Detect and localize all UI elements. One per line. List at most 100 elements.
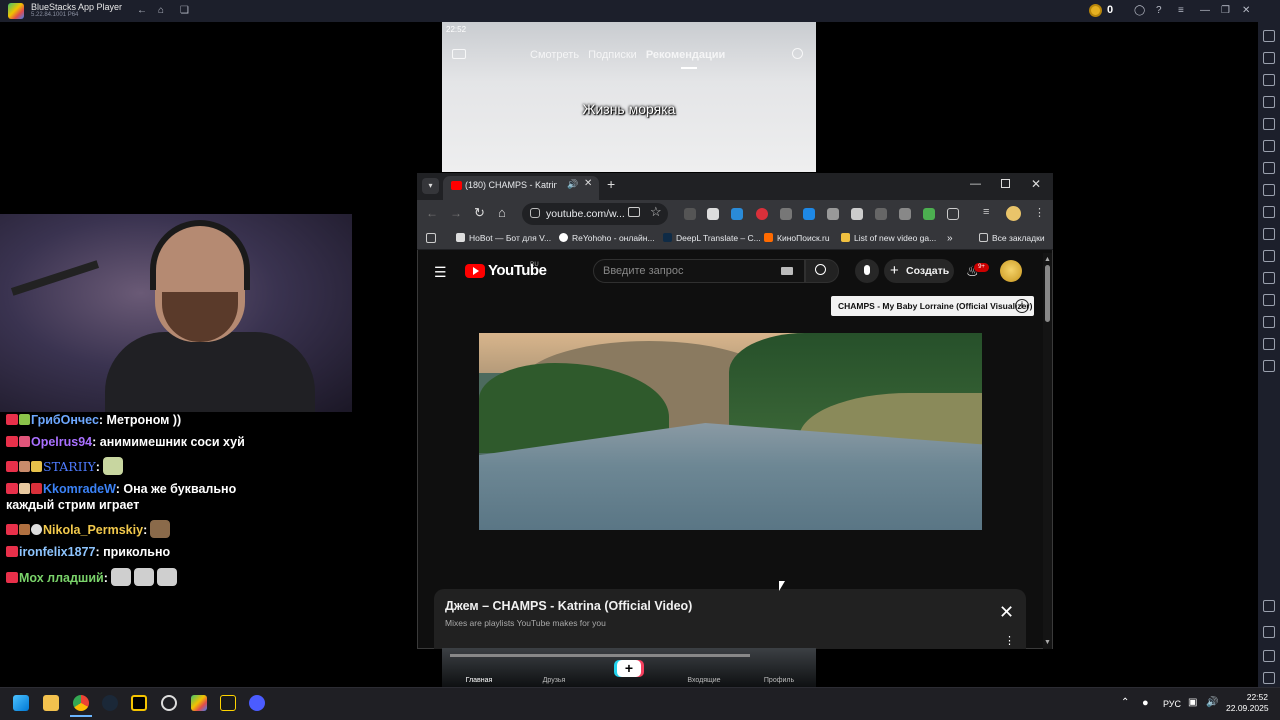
nav-friends[interactable]: Друзья <box>529 677 579 684</box>
mic-tray-icon[interactable]: ● <box>1142 697 1149 709</box>
scroll-up-icon[interactable]: ▲ <box>1044 256 1051 263</box>
bookmark-item[interactable]: ReYohoho - онлайн... <box>559 233 655 243</box>
avatar[interactable] <box>1000 260 1022 282</box>
fullscreen-icon[interactable] <box>1263 30 1275 42</box>
bookmark-star-icon[interactable]: ☆ <box>650 204 662 220</box>
system-clock[interactable]: 22:52 22.09.2025 <box>1226 692 1269 714</box>
bookmark-item[interactable]: List of new video ga... <box>841 233 936 243</box>
location-icon[interactable] <box>1263 316 1275 328</box>
all-bookmarks[interactable]: Все закладки <box>979 233 1045 243</box>
android-home-icon[interactable] <box>1263 650 1275 662</box>
url-text[interactable]: youtube.com/w... <box>546 208 625 220</box>
glasses-extension-icon[interactable] <box>780 208 792 220</box>
scrollbar-thumb[interactable] <box>1045 265 1050 322</box>
extensions-puzzle-icon[interactable] <box>947 208 959 220</box>
tab-recommendations[interactable]: Рекомендации <box>646 49 725 61</box>
7tv-extension-icon[interactable] <box>731 208 743 220</box>
chrome-icon[interactable] <box>73 695 89 711</box>
keyboard-icon[interactable] <box>1263 74 1275 86</box>
volume-tray-icon[interactable]: 🔊 <box>1206 697 1218 708</box>
multi-instance-icon[interactable]: ❏ <box>180 5 189 16</box>
account-icon[interactable]: ◯ <box>1134 5 1145 16</box>
more-options-icon[interactable]: ⋮ <box>1004 634 1015 647</box>
mix-title[interactable]: Джем – CHAMPS - Katrina (Official Video) <box>445 599 692 613</box>
shake-icon[interactable] <box>1263 140 1275 152</box>
apps-grid-icon[interactable] <box>426 233 436 243</box>
record-icon[interactable] <box>1263 206 1275 218</box>
window-close-icon[interactable]: ✕ <box>1031 177 1041 191</box>
layers-icon[interactable] <box>1263 338 1275 350</box>
tray-overflow-icon[interactable]: ⌃ <box>1121 697 1129 708</box>
help-icon[interactable]: ? <box>1156 5 1162 16</box>
database-extension-icon[interactable] <box>707 208 719 220</box>
site-info-icon[interactable] <box>530 208 540 218</box>
reload-icon[interactable]: ↻ <box>474 205 485 221</box>
sync-icon[interactable] <box>1263 272 1275 284</box>
menu-icon[interactable]: ≡ <box>1178 5 1184 16</box>
settings-icon[interactable] <box>1263 600 1275 612</box>
tab-close-icon[interactable]: ✕ <box>584 178 592 189</box>
extension-icon[interactable] <box>923 208 935 220</box>
android-back-icon[interactable] <box>1263 626 1275 638</box>
live-icon[interactable] <box>452 49 466 59</box>
bookmark-item[interactable]: DeepL Translate – С... <box>663 233 761 243</box>
apk-icon[interactable] <box>1263 162 1275 174</box>
chat-username[interactable]: STARIIY <box>43 459 96 474</box>
nav-forward-icon[interactable]: → <box>450 206 462 220</box>
phone-video-progress[interactable] <box>450 654 750 657</box>
adblock-extension-icon[interactable] <box>756 208 768 220</box>
profile-avatar-icon[interactable] <box>1006 206 1021 221</box>
translate-extension-icon[interactable] <box>803 208 815 220</box>
discord-icon[interactable] <box>249 695 265 711</box>
cast-icon[interactable] <box>628 207 640 217</box>
tab-search-icon[interactable]: ▾ <box>422 178 439 194</box>
controller-icon[interactable] <box>1263 96 1275 108</box>
app-icon[interactable] <box>131 695 147 711</box>
restore-icon[interactable]: ❐ <box>1221 5 1230 16</box>
tab-subscriptions[interactable]: Подписки <box>588 49 637 61</box>
window-minimize-icon[interactable]: — <box>970 178 981 190</box>
chat-username[interactable]: ironfelix1877 <box>19 545 95 559</box>
bookmark-item[interactable]: КиноПоиск.ru <box>764 233 830 243</box>
window-maximize-icon[interactable] <box>1001 179 1010 188</box>
back-icon[interactable]: ← <box>137 5 147 16</box>
chat-username[interactable]: Мох лладший <box>19 571 104 585</box>
app-icon[interactable] <box>220 695 236 711</box>
rotate-icon[interactable] <box>1263 118 1275 130</box>
extension-icon[interactable] <box>899 208 911 220</box>
nav-home[interactable]: Главная <box>454 677 504 684</box>
scroll-down-icon[interactable]: ▼ <box>1044 639 1051 646</box>
extension-icon[interactable] <box>875 208 887 220</box>
nav-inbox[interactable]: Входящие <box>679 677 729 684</box>
tab-watch[interactable]: Смотреть <box>530 49 579 61</box>
media-folder-icon[interactable] <box>1263 228 1275 240</box>
minimize-icon[interactable]: — <box>1200 5 1210 16</box>
chat-username[interactable]: ГрибОнчес <box>31 413 99 427</box>
chat-username[interactable]: Nikola_Permskiy <box>43 523 143 537</box>
language-indicator[interactable]: РУС <box>1163 699 1181 709</box>
android-recents-icon[interactable] <box>1263 672 1275 684</box>
chat-username[interactable]: KkomradeW <box>43 482 116 496</box>
screenshot-icon[interactable] <box>1263 184 1275 196</box>
close-icon[interactable]: ✕ <box>1242 5 1250 16</box>
home-icon[interactable]: ⌂ <box>158 5 164 16</box>
obs-icon[interactable] <box>161 695 177 711</box>
close-icon[interactable]: ✕ <box>999 603 1014 621</box>
nav-profile[interactable]: Профиль <box>754 677 804 684</box>
extension-icon[interactable] <box>827 208 839 220</box>
extension-icon[interactable] <box>851 208 863 220</box>
coin-icon[interactable] <box>1089 4 1102 17</box>
start-icon[interactable] <box>13 695 29 711</box>
chat-username[interactable]: Opelrus94 <box>31 435 92 449</box>
bluestacks-taskbar-icon[interactable] <box>191 695 207 711</box>
video-player[interactable] <box>479 333 982 530</box>
refresh-icon[interactable] <box>1263 360 1275 372</box>
extension-icon[interactable] <box>684 208 696 220</box>
create-plus-button[interactable]: + <box>617 660 641 677</box>
bookmark-item[interactable]: HoBot — Бот для V... <box>456 233 551 243</box>
browser-menu-icon[interactable]: ⋮ <box>1034 206 1045 219</box>
volume-icon[interactable] <box>1263 52 1275 64</box>
reading-list-icon[interactable]: ≡ <box>983 206 989 218</box>
guide-menu-icon[interactable]: ☰ <box>434 264 447 281</box>
steam-icon[interactable] <box>102 695 118 711</box>
